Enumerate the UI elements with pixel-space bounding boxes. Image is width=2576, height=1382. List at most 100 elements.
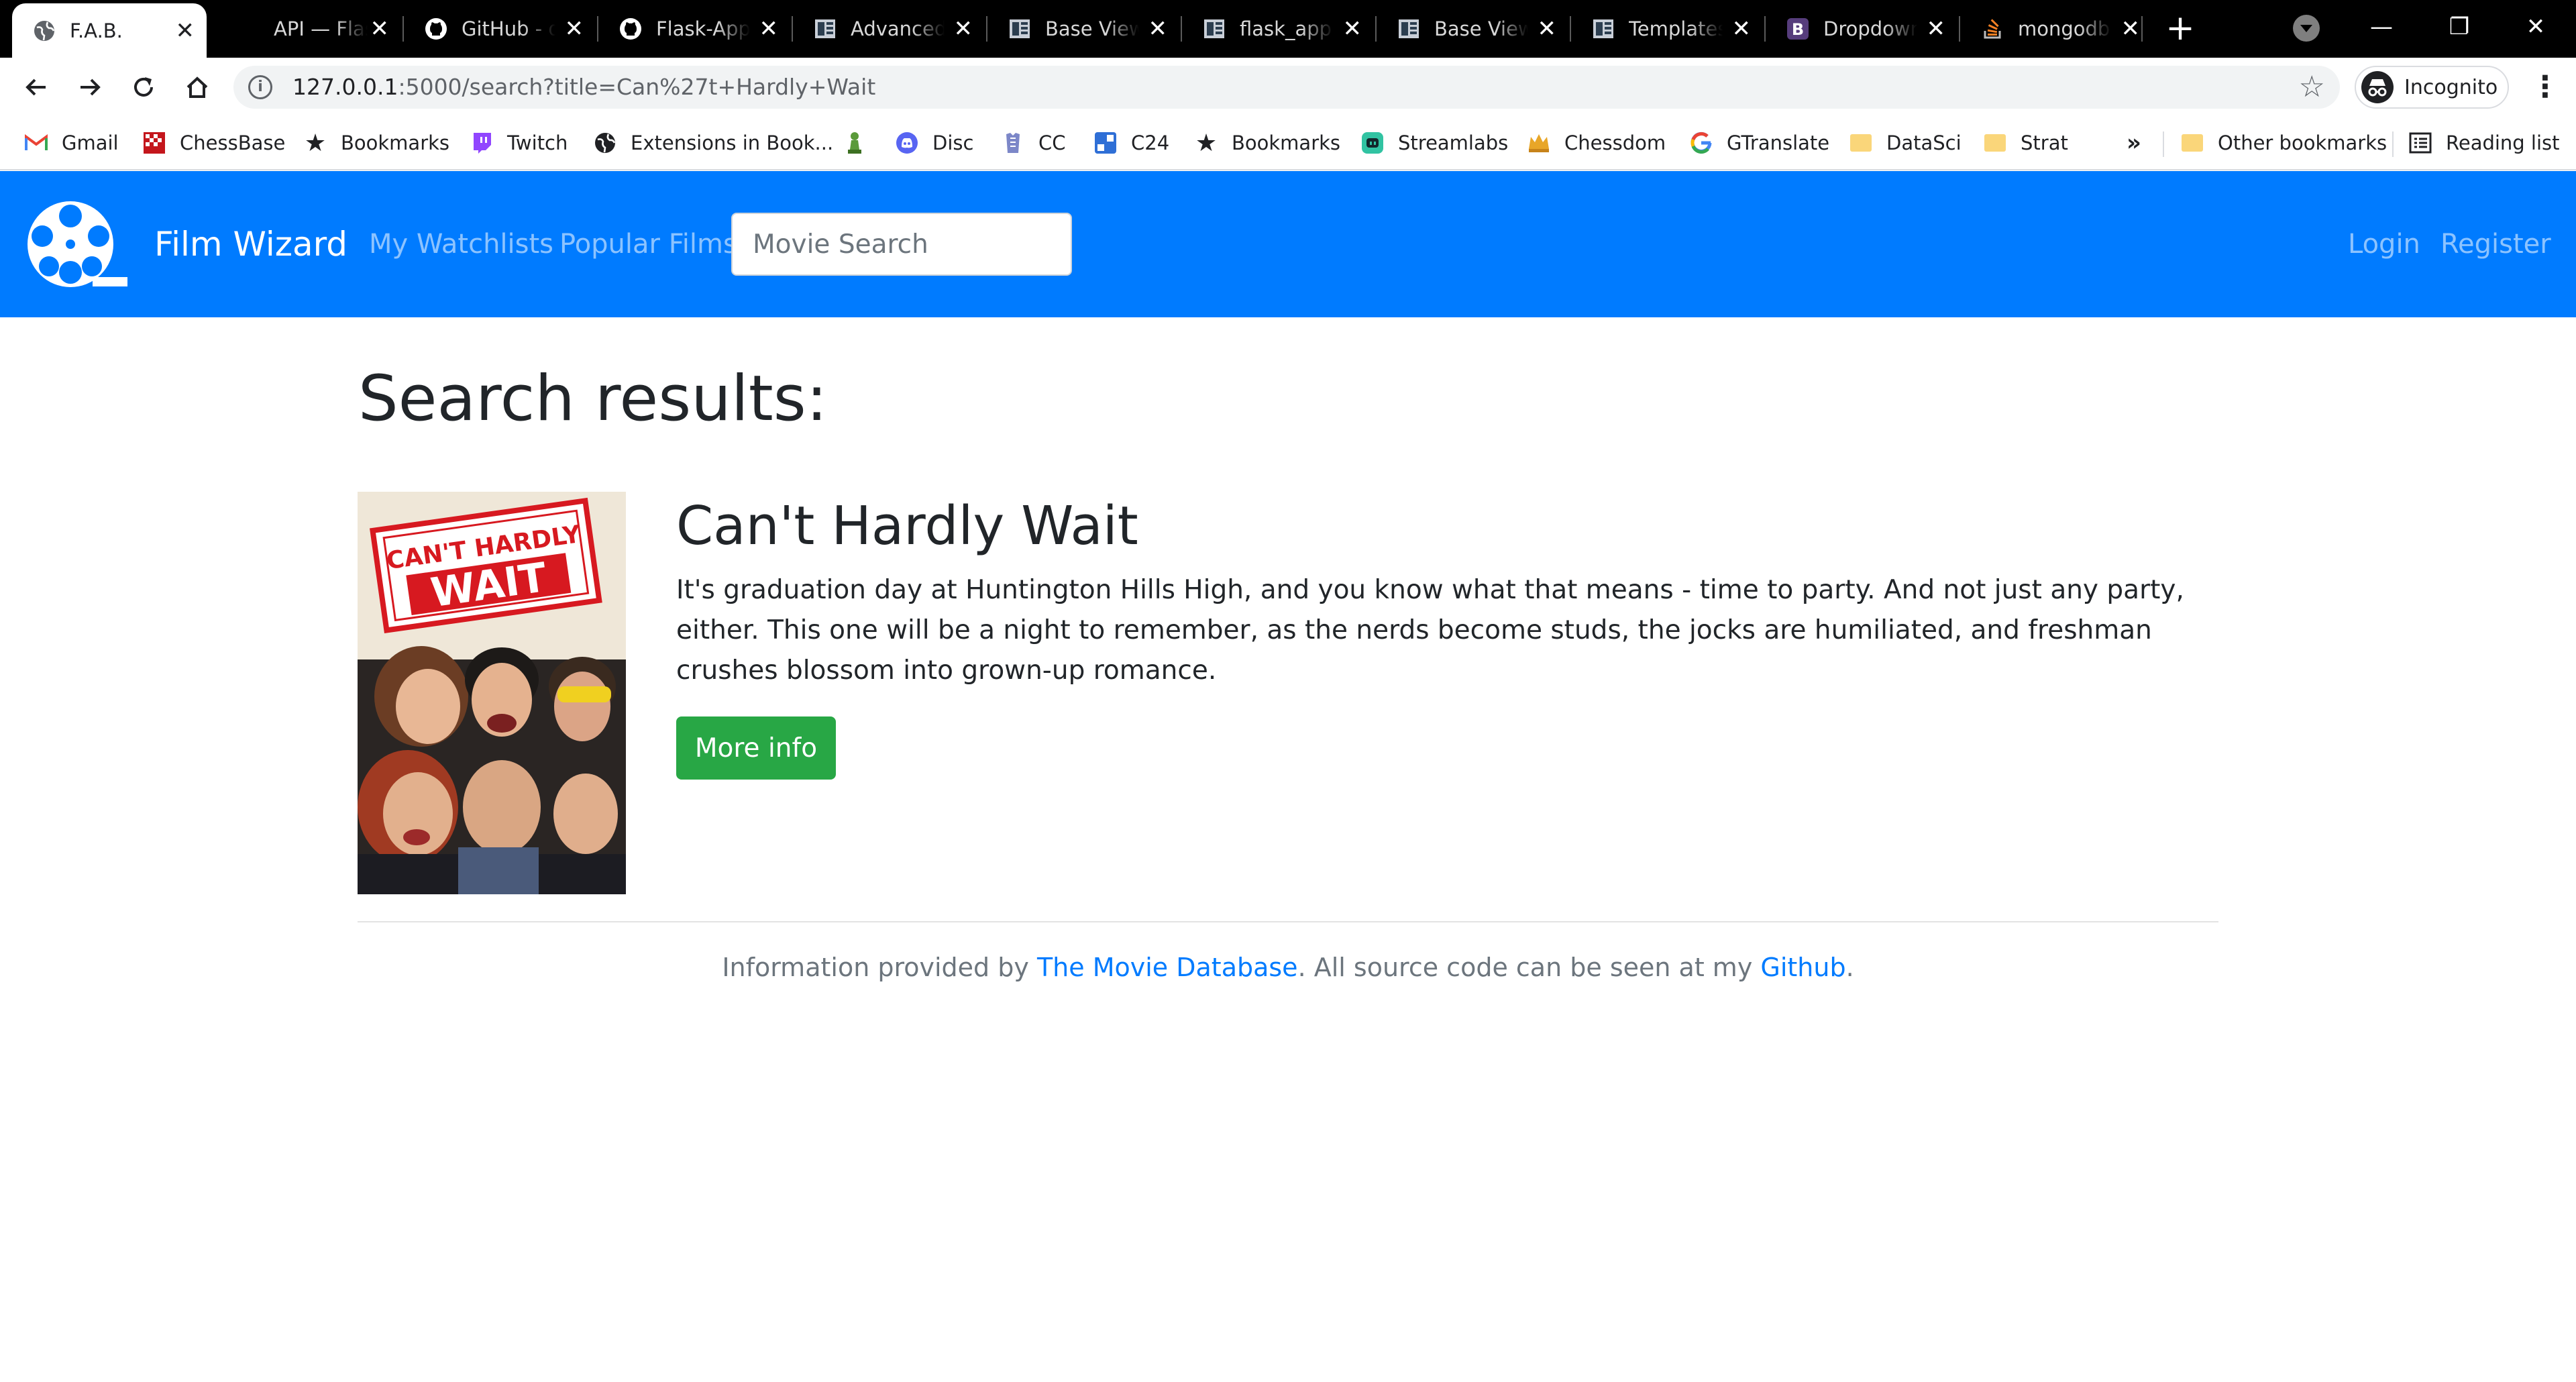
bookmark-extensions[interactable]: Extensions in Book... [593,117,833,169]
google-icon [1689,131,1713,155]
bookmark-gtranslate[interactable]: GTranslate [1689,117,1829,169]
bookmark-chessdom[interactable]: Chessdom [1527,117,1666,169]
reload-button[interactable] [125,68,162,106]
footer: Information provided by The Movie Databa… [722,953,1854,982]
github-link[interactable]: Github [1760,953,1845,982]
movie-overview: It's graduation day at Huntington Hills … [676,575,2184,686]
browser-toolbar: i 127.0.0.1:5000/search?title=Can%27t+Ha… [0,58,2576,117]
bookmark-twitch[interactable]: Twitch [470,117,568,169]
movie-title: Can't Hardly Wait [676,495,1138,557]
address-bar[interactable]: i 127.0.0.1:5000/search?title=Can%27t+Ha… [233,66,2340,109]
browser-tab-flask-appbuilder-docs[interactable]: flask_appbuilder ✕ [1182,0,1374,58]
incognito-profile-button[interactable]: Incognito [2355,66,2509,109]
chess-pawn-icon [843,131,867,155]
footer-divider [358,921,2218,922]
fab-docs-icon [1397,17,1421,41]
browser-tab-mongodb[interactable]: mongodb ✕ [1960,0,2152,58]
bookmarks-bar: Gmail ChessBase ★ Bookmarks Twitch Exten… [0,117,2576,170]
bookmarks-overflow-button[interactable]: » [2127,117,2141,169]
bookmark-streamlabs[interactable]: Streamlabs [1360,117,1508,169]
back-button[interactable] [17,68,55,106]
close-tab-icon[interactable]: ✕ [1538,15,1557,42]
arrow-left-icon [25,78,46,96]
bookmark-bookmarks-2[interactable]: ★ Bookmarks [1194,117,1340,169]
reload-icon [134,77,153,97]
film-reel-logo-icon[interactable] [25,199,129,289]
more-info-button[interactable]: More info [676,716,836,780]
close-tab-icon[interactable]: ✕ [565,15,584,42]
bookmark-bookmarks-1[interactable]: ★ Bookmarks [303,117,449,169]
nav-popular-films[interactable]: Popular Films [559,171,737,317]
new-tab-button[interactable]: + [2161,9,2199,47]
home-button[interactable] [178,68,216,106]
close-tab-icon[interactable]: ✕ [1148,15,1168,42]
tmdb-link[interactable]: The Movie Database [1037,953,1298,982]
restore-window-button[interactable]: ❐ [2432,7,2486,47]
nav-register[interactable]: Register [2440,171,2551,317]
browser-tab-advanced-configuration[interactable]: Advanced Configuration ✕ [793,0,985,58]
incognito-icon [2361,71,2394,103]
svg-text:B: B [1792,20,1804,39]
fab-docs-icon [1008,17,1032,41]
close-tab-icon[interactable]: ✕ [954,15,973,42]
bookmark-chessbase[interactable]: ChessBase [142,117,285,169]
bookmark-folder-datasci[interactable]: DataSci [1849,117,1962,169]
folder-icon [2180,131,2204,155]
blank-favicon-icon [236,17,260,41]
tab-search-button[interactable] [2293,15,2320,42]
folder-icon [1983,131,2007,155]
stackoverflow-icon [1980,17,2004,41]
close-tab-icon[interactable]: ✕ [1927,15,1946,42]
c24-icon [1093,131,1118,155]
forward-button[interactable] [71,68,109,106]
bookmark-c24[interactable]: C24 [1093,117,1169,169]
bookmarks-separator [2392,131,2394,157]
app-navbar: Film Wizard My Watchlists Popular Films … [0,171,2576,317]
bookmark-folder-strat[interactable]: Strat [1983,117,2068,169]
cc-icon [1001,131,1025,155]
close-tab-icon[interactable]: ✕ [2121,15,2141,42]
bookmark-cc[interactable]: CC [1001,117,1066,169]
movie-search-input[interactable] [731,213,1072,276]
browser-tab-api-flask[interactable]: API — Flask ✕ [216,0,401,58]
url-text: 127.0.0.1:5000/search?title=Can%27t+Hard… [292,74,876,100]
close-tab-icon[interactable]: ✕ [370,15,390,42]
browser-tab-dropdowns[interactable]: B Dropdowns ✕ [1766,0,1957,58]
brand-name-link[interactable]: Film Wizard [154,171,347,317]
browser-menu-button[interactable]: ⋮ [2530,68,2560,106]
tab-separator [2141,16,2143,42]
bookmark-chess-pawn[interactable] [843,117,880,169]
chessdom-icon [1527,131,1551,155]
bootstrap-icon: B [1786,17,1810,41]
bookmark-star-icon[interactable]: ☆ [2299,68,2325,106]
browser-tab-base-views-1[interactable]: Base Views ✕ [987,0,1179,58]
star-icon: ★ [1195,129,1218,157]
bookmark-disc[interactable]: Disc [895,117,973,169]
minimize-window-button[interactable]: — [2355,7,2408,47]
nav-login[interactable]: Login [2348,171,2420,317]
close-tab-icon[interactable]: ✕ [1732,15,1752,42]
close-tab-icon[interactable]: ✕ [759,15,779,42]
movie-poster[interactable]: CAN'T HARDLY WAIT [358,492,626,894]
close-tab-icon[interactable]: ✕ [1343,15,1362,42]
home-icon [186,76,208,98]
close-window-button[interactable]: ✕ [2509,7,2563,47]
discord-icon [895,131,919,155]
browser-tab-templates[interactable]: Templates ✕ [1571,0,1763,58]
close-tab-icon[interactable]: ✕ [176,17,195,44]
browser-tab-base-views-2[interactable]: Base Views ✕ [1377,0,1568,58]
browser-tab-flask-appbuilder[interactable]: Flask-AppBuilder ✕ [598,0,790,58]
chessbase-icon [142,131,166,155]
browser-tab-strip: F.A.B. ✕ API — Flask ✕ GitHub - dpgaspar… [0,0,2576,58]
browser-tab-github-dpgaspar[interactable]: GitHub - dpgaspar ✕ [404,0,596,58]
bookmark-gmail[interactable]: Gmail [24,117,119,169]
arrow-right-icon [80,78,101,96]
site-info-icon[interactable]: i [248,75,272,99]
globe-icon [593,131,617,155]
browser-tab-fab[interactable]: F.A.B. ✕ [12,3,207,58]
reading-list-button[interactable]: Reading list [2408,117,2560,169]
nav-my-watchlists[interactable]: My Watchlists [369,171,553,317]
star-icon: ★ [304,129,327,157]
twitch-icon [470,131,494,155]
other-bookmarks-folder[interactable]: Other bookmarks [2180,117,2387,169]
